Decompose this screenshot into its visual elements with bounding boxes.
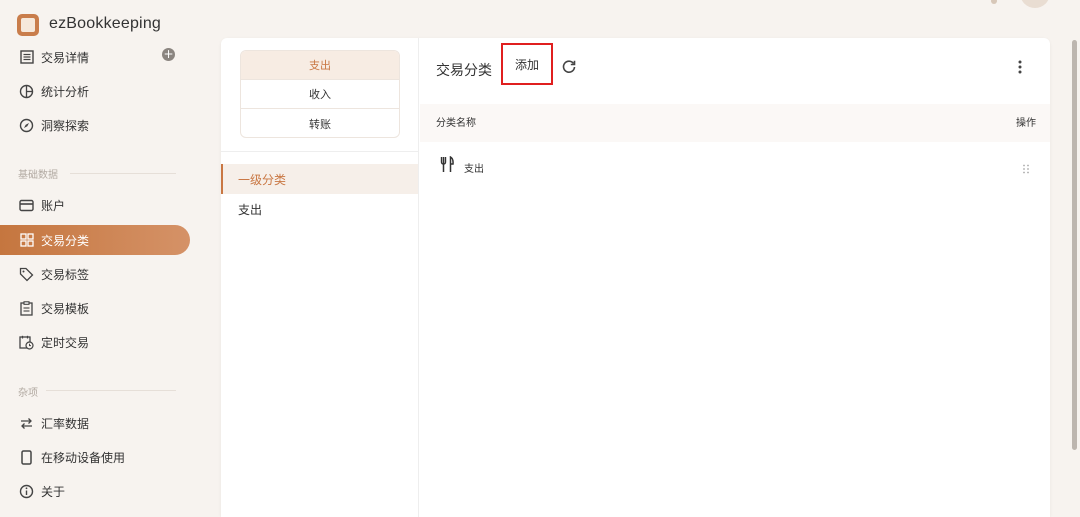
pie-chart-icon [19,84,34,99]
app-title: ezBookkeeping [49,15,162,32]
sidebar-item-insights[interactable]: 洞察探索 [0,110,190,140]
column-header-actions: 操作 [1016,118,1036,129]
refresh-icon[interactable] [561,59,577,75]
sidebar-item-scheduled[interactable]: 定时交易 [0,327,190,357]
sidebar-item-label: 在移动设备使用 [41,450,126,465]
sidebar-item-label: 统计分析 [41,84,90,99]
more-vertical-icon[interactable] [1015,59,1025,75]
clipboard-icon [19,300,34,316]
type-button-transfer[interactable]: 转账 [241,109,399,137]
type-button-expense[interactable]: 支出 [241,51,399,80]
sidebar-item-categories[interactable]: 交易分类 [0,225,190,255]
sidebar-item-label: 汇率数据 [41,416,90,431]
sidebar-item-label: 定时交易 [41,335,90,350]
section-label-misc: 杂项 [18,388,38,399]
sidebar: 交易详情 + 统计分析 洞察探索 基础数据 账户 交易分类 交易标签 交易模板 … [0,44,200,517]
sidebar-item-about[interactable]: 关于 [0,476,190,506]
type-selector: 支出 收入 转账 [240,50,400,138]
add-transaction-icon[interactable]: + [162,48,175,61]
tag-icon [19,267,34,282]
table-header [420,104,1050,142]
main-card: 支出 收入 转账 一级分类 支出 交易分类 添加 分类名称 操作 支出 [221,38,1050,517]
sidebar-item-tags[interactable]: 交易标签 [0,259,190,289]
info-icon [19,484,34,499]
sidebar-item-label: 洞察探索 [41,118,90,133]
category-name: 支出 [464,164,484,175]
calendar-clock-icon [19,335,34,350]
utensils-icon [439,155,455,173]
sidebar-item-templates[interactable]: 交易模板 [0,293,190,323]
page-title: 交易分类 [436,63,492,79]
category-list-pane: 交易分类 添加 分类名称 操作 支出 [420,38,1050,517]
sidebar-item-mobile[interactable]: 在移动设备使用 [0,442,190,472]
sidebar-item-statistics[interactable]: 统计分析 [0,76,190,106]
sidebar-item-label: 交易分类 [41,233,90,248]
scrollbar-thumb[interactable] [1072,40,1077,450]
level-current-category[interactable]: 支出 [221,194,418,224]
sidebar-item-label: 关于 [41,484,66,499]
card-icon [19,198,34,213]
sidebar-item-label: 交易模板 [41,301,90,316]
type-button-income[interactable]: 收入 [241,80,399,109]
section-divider [46,390,176,391]
sidebar-item-transactions[interactable]: 交易详情 + [0,42,190,72]
add-button[interactable]: 添加 [501,43,553,85]
grid-icon [19,233,34,248]
sidebar-item-exchange-rates[interactable]: 汇率数据 [0,408,190,438]
avatar[interactable] [1020,0,1050,8]
compass-icon [19,118,34,133]
table-row[interactable]: 支出 [420,142,1050,180]
sidebar-item-label: 账户 [41,198,66,213]
sidebar-item-accounts[interactable]: 账户 [0,190,190,220]
level-primary-category[interactable]: 一级分类 [221,164,418,194]
sidebar-item-label: 交易标签 [41,267,90,282]
exchange-icon [19,416,34,431]
drag-handle-icon[interactable] [1022,159,1030,174]
list-icon [19,50,34,65]
phone-icon [19,449,34,465]
sidebar-item-label: 交易详情 [41,50,90,65]
top-indicator [991,0,997,4]
column-header-name: 分类名称 [436,118,476,129]
app-logo [17,14,39,36]
section-divider [70,173,176,174]
section-label-basic: 基础数据 [18,170,58,181]
divider [221,151,419,152]
category-filter-pane: 支出 收入 转账 一级分类 支出 [221,38,419,517]
